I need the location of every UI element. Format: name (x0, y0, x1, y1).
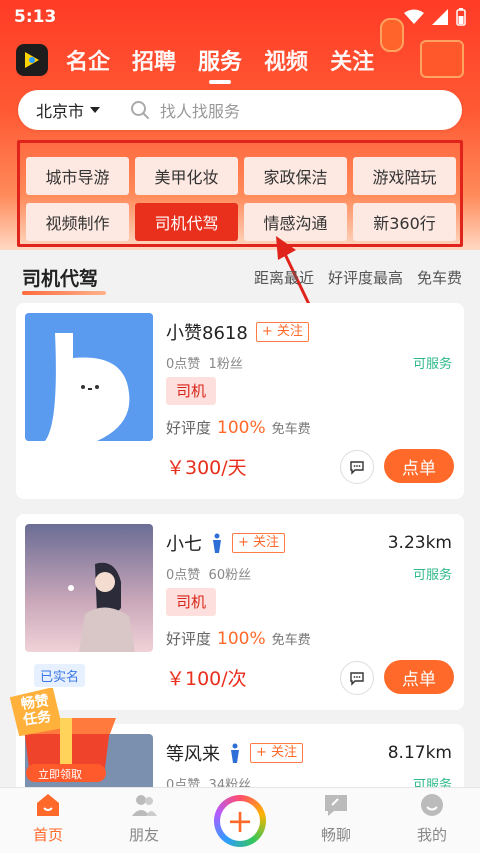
chat-button[interactable] (340, 661, 374, 695)
category-game-companion[interactable]: 游戏陪玩 (353, 157, 456, 195)
caret-down-icon (90, 107, 101, 113)
plus-icon: + (220, 800, 260, 841)
chat-bubble-icon (350, 461, 364, 475)
profile-icon (421, 794, 443, 816)
free-fare-label: 免车费 (271, 633, 311, 648)
tab-chat[interactable]: 畅聊 (288, 788, 384, 853)
sort-nearest[interactable]: 距离最近 (254, 267, 314, 288)
availability-status: 可服务 (412, 357, 452, 372)
tab-label: 畅聊 (320, 826, 351, 844)
chat-icon (325, 795, 347, 816)
follow-button[interactable]: + 关注 (255, 322, 309, 342)
category-new-360[interactable]: 新360行 (353, 203, 456, 241)
section-title: 司机代驾 (22, 264, 107, 295)
promo-title: 畅赞任务 (19, 693, 53, 729)
listing-name: 等风来 (166, 744, 220, 765)
follow-button[interactable]: + 关注 (232, 533, 286, 553)
chat-button[interactable] (340, 450, 374, 484)
search-input[interactable]: 找人找服务 (160, 98, 240, 122)
person-icon (231, 743, 239, 763)
tab-label: 朋友 (128, 826, 159, 844)
task-promo-widget[interactable]: 畅赞任务 立即领取 (4, 687, 130, 788)
distance: 3.23km (387, 533, 452, 553)
home-icon (37, 794, 59, 816)
status-bar: 5:13 (0, 0, 480, 34)
publish-button[interactable]: + (214, 794, 266, 847)
bottom-tab-bar: 首页 朋友 + 畅聊 我的 (0, 787, 480, 853)
tab-services[interactable]: 服务 (198, 44, 242, 76)
tab-recruitment[interactable]: 招聘 (132, 44, 176, 76)
service-tag: 司机 (166, 588, 217, 616)
price: ￥300/天 (166, 457, 247, 479)
category-panel: 城市导游 美甲化妆 家政保洁 游戏陪玩 视频制作 司机代驾 情感沟通 新360行 (17, 140, 463, 247)
listing-card[interactable]: 小赞8618 + 关注 0点赞 1粉丝 可服务 司机 好评度 100% 免车费 … (16, 303, 464, 499)
tab-famous-companies[interactable]: 名企 (66, 44, 110, 76)
availability-status: 可服务 (412, 568, 452, 583)
search-icon (131, 101, 150, 119)
sort-free-fare[interactable]: 免车费 (417, 267, 462, 288)
order-button[interactable]: 点单 (384, 449, 454, 483)
tab-videos[interactable]: 视频 (264, 44, 308, 76)
likes-count: 0点赞 (166, 568, 201, 583)
tab-home[interactable]: 首页 (0, 788, 96, 853)
follow-button[interactable]: + 关注 (250, 743, 304, 763)
promo-claim-button[interactable]: 立即领取 (38, 766, 82, 782)
section-header: 司机代驾 距离最近 好评度最高 免车费 (22, 264, 462, 295)
rating: 好评度 100% 免车费 (166, 628, 311, 649)
tab-profile[interactable]: 我的 (384, 788, 480, 853)
avatar (25, 524, 153, 652)
rating-value: 100% (217, 629, 266, 649)
lantern-decoration (420, 40, 464, 78)
distance: 8.17km (387, 743, 452, 763)
chat-bubble-icon (350, 672, 364, 686)
rating-value: 100% (217, 418, 266, 438)
price: ￥100/次 (166, 668, 247, 690)
wifi-icon (404, 9, 424, 24)
order-button[interactable]: 点单 (384, 660, 454, 694)
rating-label: 好评度 (166, 630, 212, 648)
listing-card[interactable]: 已实名 小七 + 关注 3.23km 0点赞 60粉丝 可服务 司机 好评度 1… (16, 514, 464, 710)
signal-icon (432, 9, 448, 25)
fans-count: 1粉丝 (208, 357, 243, 372)
tab-label: 首页 (32, 826, 63, 844)
status-time: 5:13 (14, 7, 57, 27)
category-nails-makeup[interactable]: 美甲化妆 (135, 157, 238, 195)
listing-stats: 0点赞 60粉丝 (166, 564, 251, 583)
verified-badge: 已实名 (34, 664, 86, 687)
person-icon (213, 533, 221, 553)
service-tag: 司机 (166, 377, 217, 405)
rating-label: 好评度 (166, 419, 212, 437)
sort-top-rated[interactable]: 好评度最高 (328, 267, 403, 288)
tab-friends[interactable]: 朋友 (96, 788, 192, 853)
friends-icon (132, 795, 157, 816)
search-bar[interactable]: 北京市 找人找服务 (18, 90, 462, 130)
battery-icon (456, 8, 466, 26)
tab-following[interactable]: 关注 (330, 44, 374, 76)
listing-name: 小七 (166, 534, 202, 555)
free-fare-label: 免车费 (271, 422, 311, 437)
city-label: 北京市 (36, 102, 85, 121)
category-city-guide[interactable]: 城市导游 (26, 157, 129, 195)
category-driver[interactable]: 司机代驾 (135, 203, 238, 241)
tab-publish[interactable]: + (192, 788, 288, 853)
app-logo-icon[interactable] (16, 44, 48, 76)
avatar (25, 313, 153, 441)
listing-stats: 0点赞 1粉丝 (166, 353, 243, 372)
likes-count: 0点赞 (166, 357, 201, 372)
top-nav: 名企 招聘 服务 视频 关注 (16, 40, 396, 80)
category-housekeeping[interactable]: 家政保洁 (244, 157, 347, 195)
listing-name: 小赞8618 (166, 323, 248, 344)
fans-count: 60粉丝 (208, 568, 252, 583)
category-video-production[interactable]: 视频制作 (26, 203, 129, 241)
city-selector[interactable]: 北京市 (36, 98, 101, 122)
tab-label: 我的 (416, 826, 447, 844)
rating: 好评度 100% 免车费 (166, 417, 311, 438)
